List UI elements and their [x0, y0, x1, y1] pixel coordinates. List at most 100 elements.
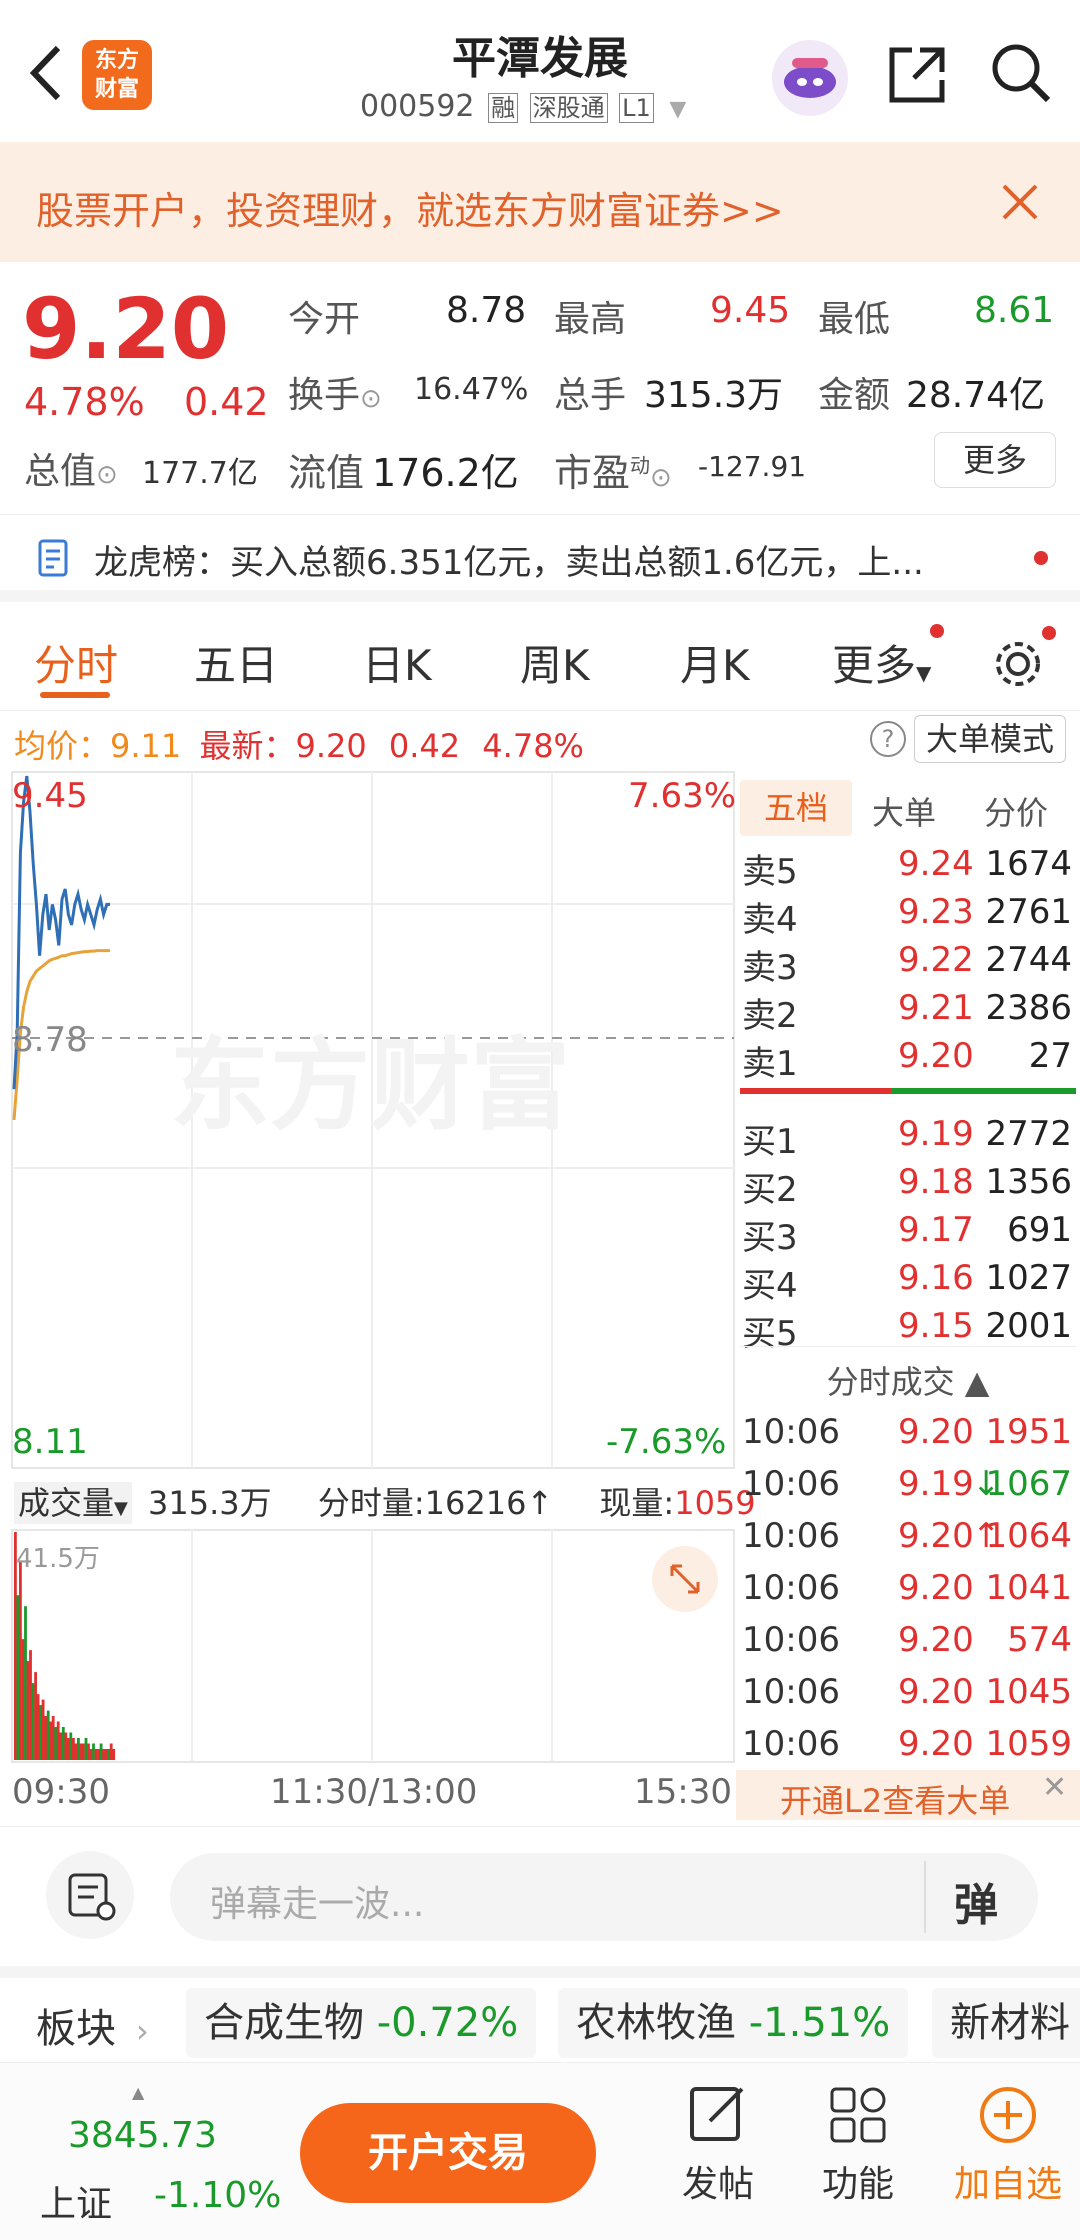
- ask-row-2: 卖2 9.21 2386: [742, 988, 1072, 1036]
- help-icon[interactable]: ?: [870, 721, 906, 757]
- danmu-list-icon[interactable]: [46, 1851, 134, 1939]
- volume-bar: [29, 1650, 32, 1760]
- volume-bar: [19, 1562, 22, 1760]
- bid-row-1: 买1 9.19 2772: [742, 1114, 1072, 1162]
- volume-bar: [64, 1732, 68, 1760]
- volume-bar: [46, 1710, 50, 1760]
- function-button[interactable]: 功能: [808, 2083, 908, 2223]
- orderbook-tab-price[interactable]: 分价: [984, 788, 1048, 834]
- tick-row: 10:06 9.20 ↑ 1064: [742, 1516, 1072, 1556]
- logo-text-top: 东方: [94, 48, 139, 73]
- pe-value: -127.91: [698, 450, 807, 483]
- post-button[interactable]: 发帖: [668, 2083, 768, 2223]
- volume-value: 315.3万: [644, 375, 784, 416]
- app-logo: 东方 财富: [82, 40, 152, 110]
- volume-selector[interactable]: 成交量▼: [14, 1482, 132, 1524]
- bid-row-2: 买2 9.18 1356: [742, 1162, 1072, 1210]
- search-icon[interactable]: [988, 40, 1054, 106]
- unread-dot: [1034, 551, 1048, 565]
- more-button[interactable]: 更多: [934, 432, 1056, 488]
- volume-bar: [99, 1743, 103, 1760]
- open-account-trade-button[interactable]: 开户交易: [300, 2103, 596, 2203]
- post-label: 发帖: [681, 2164, 754, 2205]
- volume-chart[interactable]: [0, 1528, 736, 1778]
- axis-min-pct: -7.63%: [606, 1422, 727, 1462]
- volume-bar: [21, 1639, 25, 1760]
- sector-chip[interactable]: 农林牧渔 -1.51%: [558, 1988, 909, 2058]
- info-icon: ⊙: [650, 463, 672, 493]
- volume-bar: [104, 1749, 108, 1760]
- amount-label: 金额: [818, 375, 891, 416]
- volume-bar: [44, 1716, 47, 1760]
- edit-icon: [690, 2087, 744, 2141]
- orderbook-tab-five[interactable]: 五档: [740, 780, 852, 836]
- grid-icon: [830, 2087, 886, 2143]
- volume-bar: [102, 1749, 105, 1760]
- danmu-divider: [924, 1861, 926, 1933]
- dragon-tiger-notice[interactable]: 龙虎榜：买入总额6.351亿元，卖出总额1.6亿元，上...: [0, 514, 1080, 602]
- index-widget[interactable]: ▲ 3845.73 上证 -1.10%: [36, 2083, 286, 2225]
- tick-row: 10:06 9.20 1059: [742, 1724, 1072, 1764]
- tag-sgt: 深股通: [529, 93, 608, 123]
- current-price: 9.20: [22, 280, 230, 378]
- back-icon[interactable]: [20, 38, 70, 108]
- large-order-mode-button[interactable]: 大单模式: [914, 715, 1066, 763]
- tab-five-day[interactable]: 五日: [194, 632, 278, 693]
- tab-active-underline: [40, 692, 110, 698]
- volume-bar: [69, 1732, 73, 1760]
- pe-sup: 动: [630, 453, 651, 478]
- notice-text[interactable]: 龙虎榜：买入总额6.351亿元，卖出总额1.6亿元，上...: [94, 535, 1034, 584]
- danmu-bar: 弹幕走一波... 弹: [0, 1826, 1080, 1966]
- tick-row: 10:06 9.20 1045: [742, 1672, 1072, 1712]
- danmu-toggle-icon[interactable]: 弹: [954, 1869, 998, 1933]
- axis-max-pct: 7.63%: [628, 776, 737, 816]
- l2-upsell-banner[interactable]: 开通L2查看大单 ✕: [736, 1770, 1080, 1820]
- time-axis-start: 09:30: [12, 1772, 110, 1812]
- tab-daily-k[interactable]: 日K: [362, 632, 432, 693]
- open-label: 今开: [288, 299, 361, 340]
- l2-close-icon[interactable]: ✕: [1042, 1770, 1067, 1805]
- stock-code: 000592: [360, 89, 475, 124]
- volume-bar: [82, 1743, 85, 1760]
- settings-gear-icon[interactable]: [990, 636, 1046, 692]
- turnover-rate: 16.47%: [414, 372, 529, 407]
- chevron-down-icon: ▼: [916, 661, 932, 685]
- avg-price-info: 均价：9.11 最新：9.20 0.42 4.78%: [14, 727, 584, 765]
- promo-text[interactable]: 股票开户，投资理财，就选东方财富证券>>: [36, 180, 784, 235]
- stock-code-row[interactable]: 000592 融 深股通 L1 ▼: [360, 88, 686, 124]
- tab-minute[interactable]: 分时: [34, 632, 118, 693]
- high-value: 9.45: [710, 290, 791, 331]
- promo-banner[interactable]: 股票开户，投资理财，就选东方财富证券>>: [0, 142, 1080, 262]
- orderbook-tab-large[interactable]: 大单: [872, 788, 936, 834]
- add-watchlist-button[interactable]: 加自选: [948, 2083, 1068, 2223]
- bid-ask-ratio-bar: [740, 1088, 1076, 1094]
- danmu-input[interactable]: 弹幕走一波... 弹: [170, 1853, 1038, 1941]
- tag-l1: L1: [619, 93, 654, 123]
- volume-max-label: 41.5万: [16, 1544, 100, 1574]
- tab-weekly-k[interactable]: 周K: [520, 632, 590, 693]
- caret-up-icon: ▲: [132, 2083, 145, 2102]
- volume-bar: [94, 1749, 98, 1760]
- ticks-title[interactable]: 分时成交 ▲: [740, 1346, 1076, 1403]
- volume-bar: [97, 1749, 100, 1760]
- volume-bar: [77, 1738, 80, 1760]
- period-tabs: 分时 五日 日K 周K 月K 更多▼: [0, 614, 1080, 710]
- index-name: 上证: [40, 2184, 113, 2225]
- high-label: 最高: [554, 299, 627, 340]
- robot-avatar-icon[interactable]: [772, 40, 848, 116]
- plus-circle-icon: [980, 2087, 1036, 2143]
- sector-chip[interactable]: 新材料: [932, 1988, 1080, 2058]
- tab-more[interactable]: 更多▼: [832, 632, 931, 693]
- time-axis-end: 15:30: [634, 1772, 732, 1812]
- share-icon[interactable]: [884, 42, 950, 108]
- intraday-price-chart[interactable]: 东方财富: [0, 770, 736, 1470]
- expand-icon[interactable]: [652, 1546, 718, 1612]
- l2-upsell-text[interactable]: 开通L2查看大单: [780, 1776, 1010, 1822]
- close-icon[interactable]: [996, 178, 1044, 226]
- volume-bar: [56, 1721, 60, 1760]
- volume-bar: [39, 1705, 42, 1760]
- volume-bar: [84, 1738, 88, 1760]
- sector-chip[interactable]: 合成生物 -0.72%: [186, 1988, 537, 2058]
- sector-label[interactable]: 板块 ›: [36, 1996, 149, 2054]
- tab-monthly-k[interactable]: 月K: [680, 632, 750, 693]
